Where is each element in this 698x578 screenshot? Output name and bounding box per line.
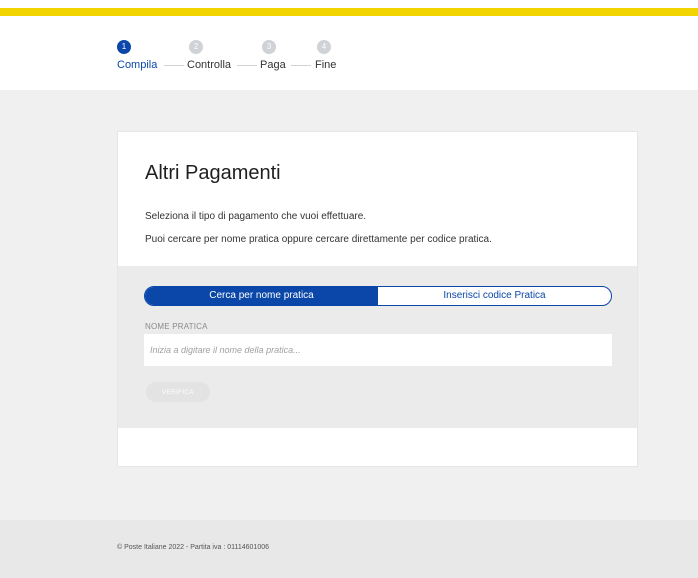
step-connector — [237, 65, 257, 66]
footer: © Poste Italiane 2022 - Partita iva : 01… — [0, 520, 698, 578]
search-mode-toggle: Cerca per nome pratica Inserisci codice … — [144, 286, 612, 306]
field-label-nome-pratica: NOME PRATICA — [145, 322, 208, 331]
tab-insert-code[interactable]: Inserisci codice Pratica — [378, 287, 611, 305]
step-connector — [164, 65, 184, 66]
page-title: Altri Pagamenti — [145, 162, 281, 184]
tab-search-by-name[interactable]: Cerca per nome pratica — [145, 287, 378, 305]
step-label: Controlla — [187, 59, 232, 71]
nome-pratica-input[interactable] — [144, 334, 612, 366]
verify-button[interactable]: VERIFICA — [146, 382, 210, 402]
step-number-icon: 1 — [117, 40, 131, 54]
page: 1 Compila 2 Controlla 3 Paga 4 Fine Altr… — [0, 0, 698, 578]
step-number-icon: 3 — [262, 40, 276, 54]
step-label: Paga — [260, 59, 286, 71]
card-description-2: Puoi cercare per nome pratica oppure cer… — [145, 234, 492, 245]
footer-copyright: © Poste Italiane 2022 - Partita iva : 01… — [117, 544, 270, 551]
step-label: Compila — [117, 59, 158, 71]
brand-top-bar — [0, 8, 698, 16]
card-description-1: Seleziona il tipo di pagamento che vuoi … — [145, 211, 367, 222]
step-connector — [291, 65, 311, 66]
search-panel: Cerca per nome pratica Inserisci codice … — [118, 266, 637, 428]
step-number-icon: 4 — [317, 40, 331, 54]
payment-card: Altri Pagamenti Seleziona il tipo di pag… — [117, 131, 638, 467]
step-number-icon: 2 — [189, 40, 203, 54]
step-label: Fine — [315, 59, 337, 71]
